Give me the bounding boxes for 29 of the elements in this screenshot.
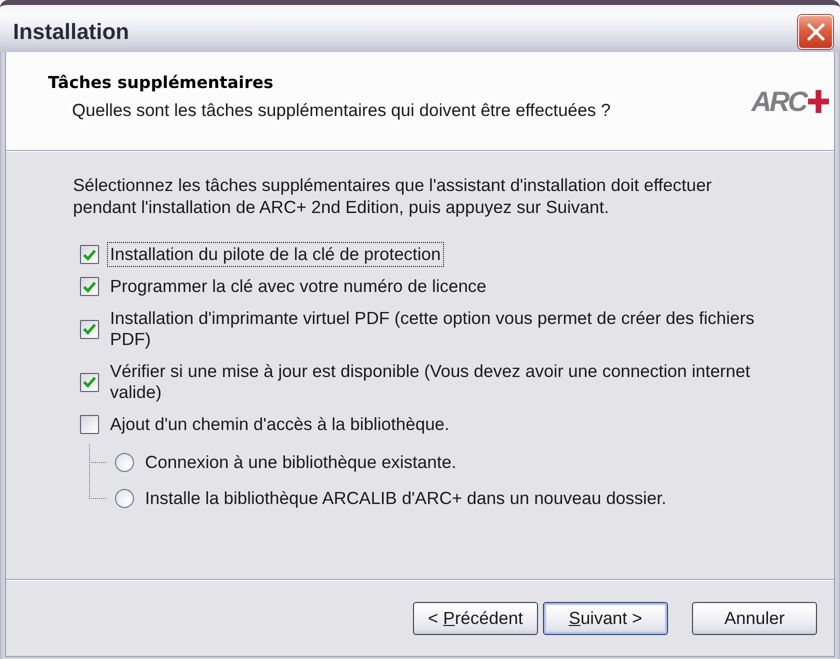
checkbox-label[interactable]: Ajout d'un chemin d'accès à la bibliothèque.: [107, 412, 452, 437]
close-icon: [806, 23, 824, 41]
back-button[interactable]: < Précédent: [413, 602, 538, 635]
page-title: Tâches supplémentaires: [48, 72, 274, 93]
checkbox[interactable]: [80, 320, 99, 338]
cancel-button[interactable]: Annuler: [692, 602, 817, 635]
radio-label[interactable]: Connexion à une bibliothèque existante.: [142, 450, 460, 474]
checkbox-label[interactable]: Installation d'imprimante virtuel PDF (cette option vous permet de créer des fichiers PDF): [107, 306, 775, 352]
checkbox[interactable]: [80, 372, 99, 392]
checkbox-label[interactable]: Programmer la clé avec votre numéro de licence: [107, 274, 490, 299]
window-title: Installation: [13, 18, 130, 46]
checkbox[interactable]: [80, 415, 99, 434]
radio-button[interactable]: [115, 488, 134, 508]
check-icon: [83, 248, 96, 260]
instructions-text: Sélectionnez les tâches supplémentaires que l'assistant d'installation doit effectuer pendant l'installation de ARC+ 2nd Edition, puis appuyez sur Suivant.: [73, 174, 713, 218]
checkbox-label[interactable]: Installation du pilote de la clé de protection: [107, 242, 444, 267]
cross-icon: [808, 90, 829, 113]
checkbox-label[interactable]: Vérifier si une mise à jour est disponible (Vous devez avoir une connection internet valide): [107, 359, 775, 405]
radio-button[interactable]: [115, 452, 134, 472]
check-icon: [83, 280, 96, 292]
page-subtitle: Quelles sont les tâches supplémentaires qui doivent être effectuées ?: [71, 100, 611, 121]
checkbox[interactable]: [80, 245, 99, 264]
close-button[interactable]: [798, 15, 833, 49]
next-button[interactable]: Suivant >: [543, 602, 668, 635]
check-icon: [83, 376, 96, 388]
logo-text: ARC: [751, 88, 808, 115]
checkbox[interactable]: [80, 277, 99, 296]
radio-label[interactable]: Installe la bibliothèque ARCALIB d'ARC+ dans un nouveau dossier.: [142, 486, 670, 510]
check-icon: [83, 323, 96, 335]
